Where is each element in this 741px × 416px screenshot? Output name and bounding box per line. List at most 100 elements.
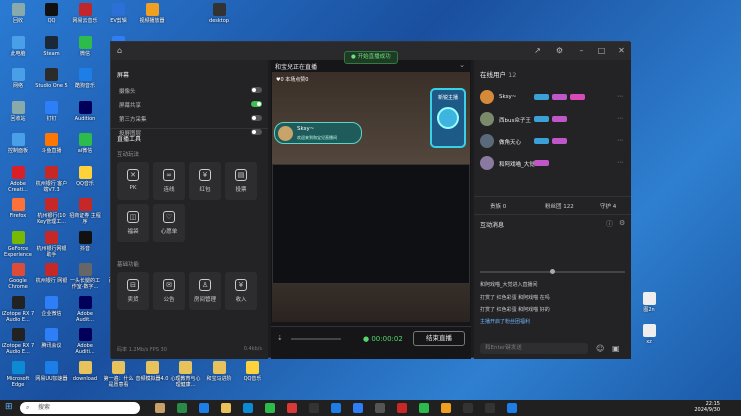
settings-icon[interactable]: ⚙ xyxy=(555,46,564,55)
toggle-switch[interactable] xyxy=(251,87,262,93)
desktop-icon[interactable]: 回收 xyxy=(1,3,35,24)
more-icon[interactable]: ⋯ xyxy=(617,115,623,122)
desktop-icon[interactable]: 杭州银行 客户端V7.3 xyxy=(35,165,69,193)
taskbar-app-icon[interactable] xyxy=(375,403,385,413)
desktop-icon[interactable]: Audition xyxy=(68,100,102,122)
desktop-icon[interactable]: EV剪辑 xyxy=(102,3,136,24)
taskbar-app-icon[interactable] xyxy=(309,403,319,413)
desktop-icon[interactable]: 腾讯会议 xyxy=(35,328,69,349)
desktop-icon[interactable]: QQ xyxy=(35,3,69,24)
desktop-icon[interactable]: 音频模拟器4.0 xyxy=(135,360,169,382)
desktop-icon[interactable]: 第一遍：什么是愿意看 xyxy=(102,360,136,388)
desktop-icon[interactable]: Firefox xyxy=(1,198,35,219)
chat-input[interactable]: 和Enter键发送 xyxy=(480,343,588,354)
online-user[interactable]: 和阿戏喵_大觉 ⋯ xyxy=(480,156,625,172)
desktop-icon[interactable]: 酷狗音乐 xyxy=(68,68,102,89)
settings-icon[interactable]: ⚙ xyxy=(619,219,625,227)
desktop-icon[interactable]: GeForce Experience xyxy=(1,230,35,258)
desktop-icon[interactable]: Steam xyxy=(35,35,69,57)
minimize-icon[interactable]: – xyxy=(577,46,586,55)
desktop-icon[interactable]: 图2n xyxy=(632,292,666,313)
tool-tile[interactable]: ▤ 投票 xyxy=(225,162,257,200)
desktop-icon[interactable]: 网易UU加速器 xyxy=(35,360,69,382)
tool-tile[interactable]: ✕ PK xyxy=(117,162,149,200)
taskbar-app-icon[interactable] xyxy=(331,403,341,413)
maximize-icon[interactable]: □ xyxy=(597,46,606,55)
desktop-icon[interactable]: 杭州银行 网银 xyxy=(35,263,69,284)
tool-tile[interactable]: ◫ 福袋 xyxy=(117,204,149,242)
microphone-icon[interactable]: ⇣ xyxy=(277,334,283,342)
desktop-icon[interactable]: 网络 xyxy=(1,68,35,89)
desktop-icon[interactable]: 杭州银行网银助手 xyxy=(35,230,69,258)
home-icon[interactable]: ⌂ xyxy=(115,46,124,55)
online-user[interactable]: Sksy~ ⋯ xyxy=(480,90,625,106)
tool-tile[interactable]: ¥ 收入 xyxy=(225,272,257,310)
tool-tile[interactable]: ✉ 公告 xyxy=(153,272,185,310)
desktop-icon[interactable]: 网易云音乐 xyxy=(68,3,102,24)
toggle-switch[interactable] xyxy=(251,101,262,107)
taskbar-app-icon[interactable] xyxy=(463,403,473,413)
desktop-icon[interactable]: 一头长腿的工作室-数字... xyxy=(68,263,102,290)
desktop-icon[interactable]: 抖音 xyxy=(68,230,102,252)
desktop-icon[interactable]: 斗鱼直播 xyxy=(35,133,69,154)
tool-tile[interactable]: ♡ 心愿单 xyxy=(153,204,185,242)
windows-start-icon[interactable]: ⊞ xyxy=(5,402,13,412)
close-icon[interactable]: ✕ xyxy=(617,46,626,55)
emoji-icon[interactable]: ☺ xyxy=(596,344,604,353)
image-icon[interactable]: ▣ xyxy=(612,344,620,353)
taskbar-app-icon[interactable] xyxy=(507,403,517,413)
taskbar-app-icon[interactable] xyxy=(221,403,231,413)
taskbar-app-icon[interactable] xyxy=(287,403,297,413)
desktop-icon[interactable]: 回收站 xyxy=(1,100,35,122)
desktop-icon[interactable]: 控制面板 xyxy=(1,133,35,154)
info-icon[interactable]: ⓘ xyxy=(606,219,613,229)
taskbar-app-icon[interactable] xyxy=(441,403,451,413)
desktop-icon[interactable]: QQ音乐 xyxy=(68,165,102,187)
desktop-icon[interactable]: 和宝马进阶 xyxy=(202,360,236,382)
clock[interactable]: 22:15 2024/9/30 xyxy=(690,401,720,413)
desktop-icon[interactable]: 视频播放器 xyxy=(135,3,169,24)
share-icon[interactable]: ↗ xyxy=(533,46,542,55)
volume-slider[interactable] xyxy=(291,338,341,340)
desktop-icon[interactable]: Adobe Auditi... xyxy=(68,328,102,355)
desktop-icon[interactable]: 杭州银行(10 Key管理工... xyxy=(35,198,69,225)
desktop-icon[interactable]: 钉钉 xyxy=(35,100,69,122)
chevron-down-icon[interactable]: ⌄ xyxy=(459,61,465,69)
end-live-button[interactable]: 结束直播 xyxy=(413,331,465,346)
tool-tile[interactable]: ¥ 红包 xyxy=(189,162,221,200)
desktop-icon[interactable]: QQ音乐 xyxy=(236,360,270,382)
more-icon[interactable]: ⋯ xyxy=(617,93,623,100)
toggle-switch[interactable] xyxy=(251,115,262,121)
online-user[interactable]: 西bus众子王 ⋯ xyxy=(480,112,625,128)
desktop-icon[interactable]: iZotope RX 7 Audio E... xyxy=(1,328,35,355)
desktop-icon[interactable]: 心理教育与心理健康... xyxy=(169,360,203,388)
desktop-icon[interactable]: 微信 xyxy=(68,35,102,57)
tool-tile[interactable]: ∞ 连线 xyxy=(153,162,185,200)
desktop-icon[interactable]: xz xyxy=(632,324,666,345)
taskbar-app-icon[interactable] xyxy=(419,403,429,413)
desktop-icon[interactable]: 招商证券 主程序 xyxy=(68,198,102,225)
taskbar-app-icon[interactable] xyxy=(353,403,363,413)
taskbar-app-icon[interactable] xyxy=(155,403,165,413)
desktop-icon[interactable]: iZotope RX 7 Audio E... xyxy=(1,295,35,323)
more-icon[interactable]: ⋯ xyxy=(617,159,623,166)
taskbar-app-icon[interactable] xyxy=(485,403,495,413)
taskbar-app-icon[interactable] xyxy=(243,403,253,413)
desktop-icon[interactable]: Adobe Audit... xyxy=(68,295,102,323)
tool-tile[interactable]: ⊟ 卖货 xyxy=(117,272,149,310)
taskbar-app-icon[interactable] xyxy=(265,403,275,413)
taskbar-app-icon[interactable] xyxy=(397,403,407,413)
desktop-icon[interactable]: 企业微信 xyxy=(35,295,69,317)
tool-tile[interactable]: ♙ 房间管理 xyxy=(189,272,221,310)
desktop-icon[interactable]: Adobe Creati... xyxy=(1,165,35,193)
desktop-icon[interactable]: desktop xyxy=(202,3,236,24)
desktop-icon[interactable]: Google Chrome xyxy=(1,263,35,290)
desktop-icon[interactable]: 此电脑 xyxy=(1,35,35,57)
online-user[interactable]: 做角天心 ⋯ xyxy=(480,134,625,150)
desktop-icon[interactable]: Microsoft Edge xyxy=(1,360,35,388)
toggle-switch[interactable] xyxy=(251,129,262,135)
desktop-icon[interactable]: download xyxy=(68,360,102,382)
more-icon[interactable]: ⋯ xyxy=(617,137,623,144)
taskbar-search[interactable]: ⌕ 搜索 xyxy=(20,402,140,414)
desktop-icon[interactable]: ai微信 xyxy=(68,133,102,154)
